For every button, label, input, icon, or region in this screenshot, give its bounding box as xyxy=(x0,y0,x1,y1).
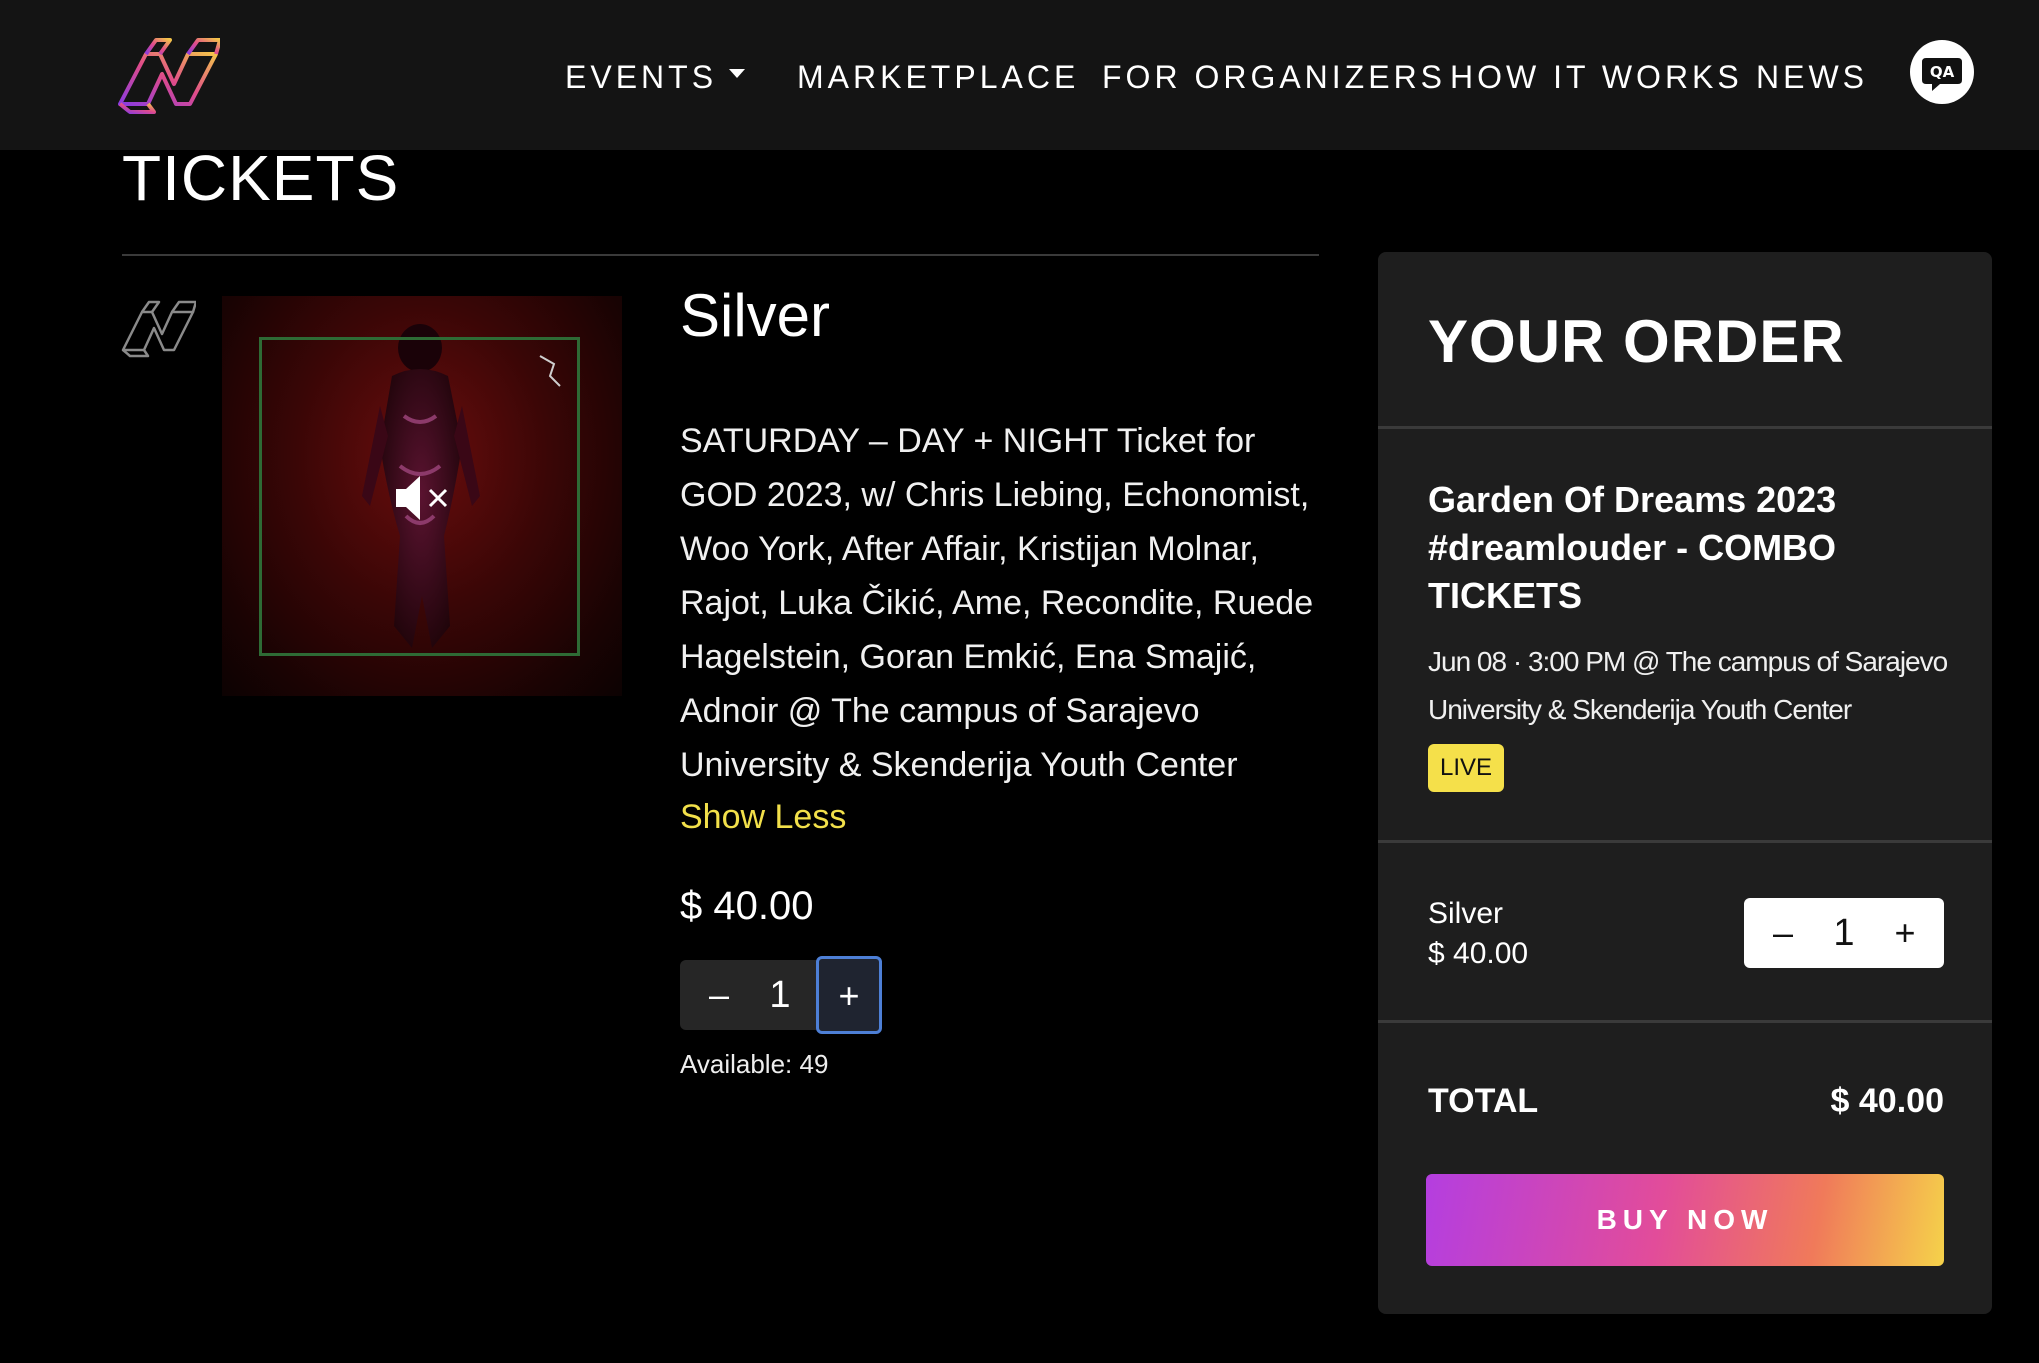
qa-chat-button[interactable]: QA xyxy=(1910,40,1974,104)
show-less-link[interactable]: Show Less xyxy=(680,790,846,844)
section-divider xyxy=(122,254,1319,256)
ticket-description: SATURDAY – DAY + NIGHT Ticket for GOD 20… xyxy=(680,422,1314,784)
nav-marketplace[interactable]: MARKETPLACE xyxy=(797,54,1079,100)
main-nav: EVENTS MARKETPLACE FOR ORGANIZERS HOW IT… xyxy=(0,54,2039,100)
total-value: $ 40.00 xyxy=(1830,1082,1944,1120)
order-divider xyxy=(1378,1020,1992,1023)
ticket-media-video[interactable] xyxy=(222,296,622,696)
nav-events-label: EVENTS xyxy=(565,59,718,95)
quantity-stepper: – 1 + xyxy=(680,956,882,1034)
speaker-muted-icon[interactable] xyxy=(392,472,452,524)
ticket-price: $ 40.00 xyxy=(680,884,814,928)
nav-how-it-works[interactable]: HOW IT WORKS xyxy=(1450,54,1743,100)
qa-chat-icon: QA xyxy=(1922,58,1962,91)
event-date-venue: Jun 08 · 3:00 PM @ The campus of Sarajev… xyxy=(1428,646,1948,725)
order-quantity-value[interactable]: 1 xyxy=(1814,898,1874,968)
ticket-name: Silver xyxy=(680,282,831,349)
available-count: Available: 49 xyxy=(680,1049,829,1079)
order-increase-button[interactable]: + xyxy=(1874,898,1936,968)
quantity-value[interactable]: 1 xyxy=(750,960,810,1030)
increase-quantity-button[interactable]: + xyxy=(816,956,882,1034)
status-badge: LIVE xyxy=(1428,744,1505,792)
decrease-quantity-button[interactable]: – xyxy=(688,960,750,1030)
nav-news[interactable]: NEWS xyxy=(1756,54,1868,100)
order-line-name: Silver xyxy=(1428,897,1504,930)
caret-down-icon xyxy=(729,69,746,79)
order-summary-panel: YOUR ORDER Garden Of Dreams 2023 #dreaml… xyxy=(1378,252,1992,1314)
order-quantity-stepper: – 1 + xyxy=(1744,898,1944,968)
nav-for-organizers[interactable]: FOR ORGANIZERS xyxy=(1102,54,1446,100)
order-line-price: $ 40.00 xyxy=(1428,937,1529,970)
order-divider xyxy=(1378,426,1992,429)
top-navbar: EVENTS MARKETPLACE FOR ORGANIZERS HOW IT… xyxy=(0,0,2039,150)
order-decrease-button[interactable]: – xyxy=(1752,898,1814,968)
order-title: YOUR ORDER xyxy=(1428,308,1845,375)
event-title: Garden Of Dreams 2023 #dreamlouder - COM… xyxy=(1428,479,1837,616)
order-divider xyxy=(1378,840,1992,843)
page-title: TICKETS xyxy=(122,142,400,214)
qa-label: QA xyxy=(1930,63,1955,81)
brand-logo-outline-icon xyxy=(121,300,196,358)
total-label: TOTAL xyxy=(1428,1082,1539,1120)
buy-now-button[interactable]: BUY NOW xyxy=(1426,1174,1944,1266)
nav-events[interactable]: EVENTS xyxy=(565,54,746,100)
